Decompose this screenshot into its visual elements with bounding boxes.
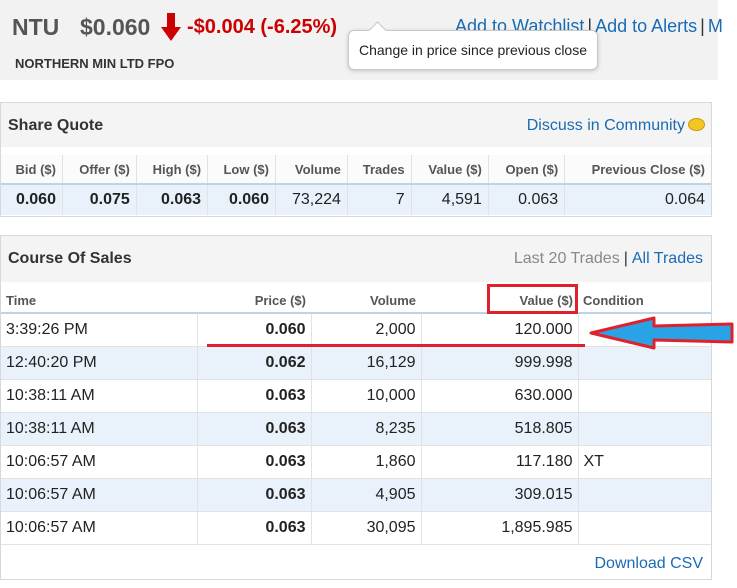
bid-value: 0.060 <box>1 183 63 215</box>
last-price: $0.060 <box>80 14 151 40</box>
share-quote-header-row: Bid ($) Offer ($) High ($) Low ($) Volum… <box>1 155 711 184</box>
previous-close-value: 0.064 <box>564 183 711 215</box>
price-change[interactable]: -$0.004 (-6.25%) <box>187 16 337 39</box>
trade-time: 10:06:57 AM <box>1 478 198 512</box>
course-of-sales-title: Course Of Sales <box>8 250 132 267</box>
value-value: 4,591 <box>411 183 489 215</box>
truncated-link[interactable]: M <box>708 16 723 36</box>
tooltip-text: Change in price since previous close <box>358 42 587 58</box>
link-separator: | <box>700 16 705 36</box>
column-header[interactable]: Price ($) <box>197 288 311 314</box>
company-name: NORTHERN MIN LTD FPO <box>15 56 175 71</box>
trade-value: 518.805 <box>421 412 579 446</box>
trade-time: 10:38:11 AM <box>1 379 198 413</box>
high-value: 0.063 <box>136 183 209 215</box>
table-row: 12:40:20 PM 0.062 16,129 999.998 <box>1 346 711 380</box>
trade-condition <box>578 412 711 446</box>
course-of-sales-header: Course Of Sales Last 20 Trades | All Trade… <box>1 236 711 282</box>
trade-price: 0.063 <box>197 511 312 545</box>
column-header: High ($) <box>136 155 209 184</box>
trade-price: 0.062 <box>197 346 312 380</box>
ticker-symbol: NTU <box>12 14 60 40</box>
table-row: 10:06:57 AM 0.063 1,860 117.180 XT <box>1 445 711 479</box>
course-of-sales-header-row: Time Price ($) Volume Value ($) Conditio… <box>1 288 711 314</box>
first-row-underline <box>207 344 585 347</box>
column-header: Value ($) <box>411 155 489 184</box>
share-quote-header: Share Quote Discuss in Community <box>1 103 711 147</box>
column-header: Low ($) <box>207 155 276 184</box>
discuss-in-community-link[interactable]: Discuss in Community <box>527 117 685 135</box>
price-change-tooltip: Change in price since previous close <box>348 30 598 70</box>
trade-value: 309.015 <box>421 478 579 512</box>
share-quote-values-row: 0.060 0.075 0.063 0.060 73,224 7 4,591 0… <box>1 183 711 215</box>
course-of-sales-panel: Course Of Sales Last 20 Trades | All Trade… <box>0 235 712 580</box>
trade-time: 10:06:57 AM <box>1 511 198 545</box>
table-row: 10:06:57 AM 0.063 4,905 309.015 <box>1 478 711 512</box>
trade-volume: 2,000 <box>311 313 422 347</box>
trade-value: 630.000 <box>421 379 579 413</box>
share-quote-table: Bid ($) Offer ($) High ($) Low ($) Volum… <box>1 155 711 215</box>
column-header: Open ($) <box>488 155 566 184</box>
trade-condition <box>578 511 711 545</box>
column-header: Offer ($) <box>62 155 137 184</box>
trade-value: 120.000 <box>421 313 579 347</box>
trade-volume: 10,000 <box>311 379 422 413</box>
trade-volume: 16,129 <box>311 346 422 380</box>
trade-price: 0.063 <box>197 379 312 413</box>
trade-price: 0.063 <box>197 412 312 446</box>
all-trades-link[interactable]: All Trades <box>632 250 703 267</box>
column-header[interactable]: Time <box>1 288 197 314</box>
table-row: 10:38:11 AM 0.063 8,235 518.805 <box>1 412 711 446</box>
trade-volume: 8,235 <box>311 412 422 446</box>
trade-value: 1,895.985 <box>421 511 579 545</box>
add-to-alerts-link[interactable]: Add to Alerts <box>595 16 697 36</box>
share-quote-title: Share Quote <box>8 117 104 134</box>
column-header: Previous Close ($) <box>564 155 711 184</box>
trade-condition <box>578 379 711 413</box>
trade-condition <box>578 478 711 512</box>
column-header[interactable]: Condition <box>578 288 711 314</box>
open-value: 0.063 <box>488 183 566 215</box>
left-arrow-annotation-icon <box>589 316 734 350</box>
low-value: 0.060 <box>207 183 276 215</box>
value-column-highlight-box <box>487 284 578 314</box>
trade-price: 0.060 <box>197 313 312 347</box>
table-row: 10:06:57 AM 0.063 30,095 1,895.985 <box>1 511 711 545</box>
column-header: Trades <box>347 155 412 184</box>
price-down-arrow-icon <box>161 13 181 41</box>
trade-volume: 4,905 <box>311 478 422 512</box>
trade-time: 12:40:20 PM <box>1 346 198 380</box>
last-20-trades-label: Last 20 Trades <box>513 250 620 267</box>
trade-price: 0.063 <box>197 445 312 479</box>
offer-value: 0.075 <box>62 183 137 215</box>
trade-price: 0.063 <box>197 478 312 512</box>
link-separator: | <box>623 250 628 267</box>
trades-filter: Last 20 Trades | All Trades <box>514 250 703 268</box>
trade-volume: 1,860 <box>311 445 422 479</box>
trade-value: 117.180 <box>421 445 579 479</box>
trade-condition: XT <box>578 445 711 479</box>
table-row: 10:38:11 AM 0.063 10,000 630.000 <box>1 379 711 413</box>
trade-condition <box>578 346 711 380</box>
trade-time: 3:39:26 PM <box>1 313 198 347</box>
volume-value: 73,224 <box>275 183 348 215</box>
trade-volume: 30,095 <box>311 511 422 545</box>
trade-value: 999.998 <box>421 346 579 380</box>
trades-value: 7 <box>347 183 412 215</box>
column-header: Bid ($) <box>1 155 63 184</box>
download-csv-link[interactable]: Download CSV <box>595 555 704 573</box>
column-header[interactable]: Volume <box>311 288 421 314</box>
trade-time: 10:06:57 AM <box>1 445 198 479</box>
speech-bubble-icon[interactable] <box>688 118 705 131</box>
trade-time: 10:38:11 AM <box>1 412 198 446</box>
column-header: Volume <box>275 155 348 184</box>
share-quote-panel: Share Quote Discuss in Community Bid ($)… <box>0 102 712 217</box>
